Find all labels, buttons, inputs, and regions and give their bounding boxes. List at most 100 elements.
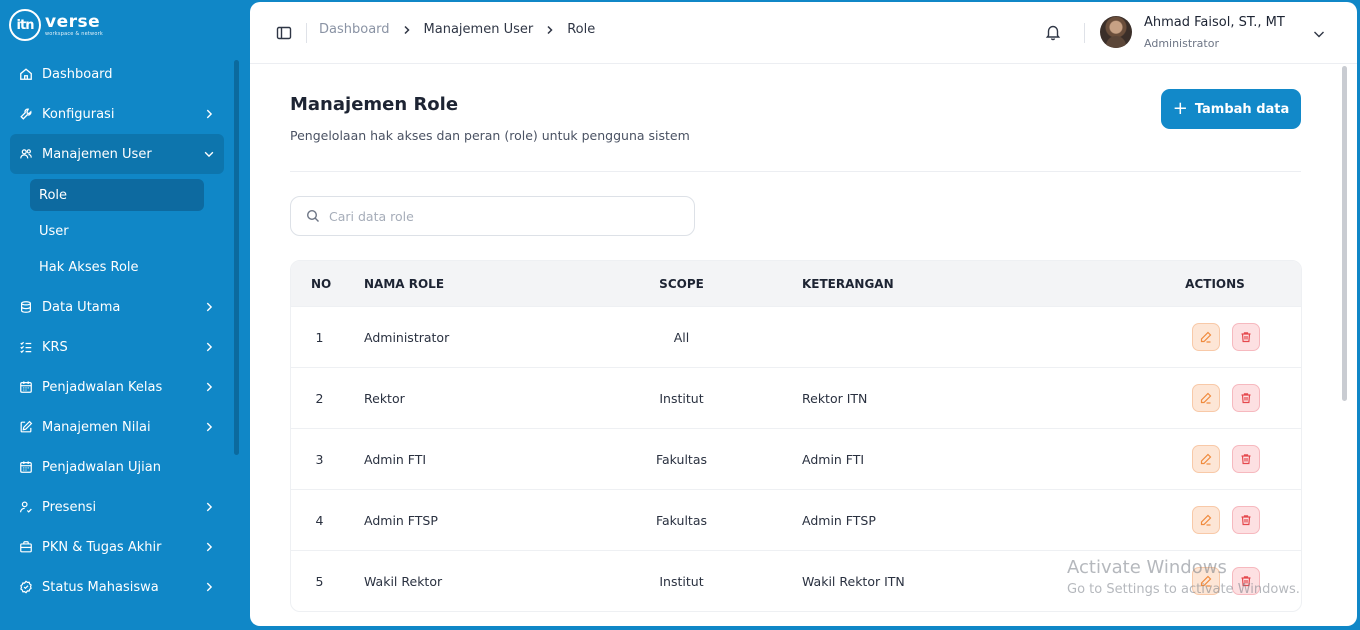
pencil-icon: [1200, 453, 1212, 465]
pencil-icon: [1200, 392, 1212, 404]
logo-tagline: workspace & network: [45, 30, 103, 37]
pencil-icon: [1200, 514, 1212, 526]
chevron-right-icon: [202, 107, 216, 121]
delete-button[interactable]: [1232, 506, 1260, 534]
chevron-down-icon[interactable]: [1312, 26, 1326, 40]
delete-button[interactable]: [1232, 384, 1260, 412]
logo-mark: itn: [9, 9, 41, 41]
trash-icon: [1241, 393, 1251, 404]
sidebar-item-manajemen-nilai[interactable]: Manajemen Nilai: [10, 407, 224, 447]
edit-button[interactable]: [1192, 323, 1220, 351]
sidebar-item-penjadwalan-ujian[interactable]: Penjadwalan Ujian: [10, 447, 224, 487]
column-header-scope: SCOPE: [659, 276, 704, 291]
sidebar-item-pkn-tugas-akhir[interactable]: PKN & Tugas Akhir: [10, 527, 224, 567]
pencil-icon: [1200, 575, 1212, 587]
page-subtitle: Pengelolaan hak akses dan peran (role) u…: [290, 128, 690, 143]
divider: [1084, 23, 1085, 43]
delete-button[interactable]: [1232, 323, 1260, 351]
column-header-actions: ACTIONS: [1185, 276, 1245, 291]
sidebar-item-manajemen-user[interactable]: Manajemen User: [10, 134, 224, 174]
column-header-no: NO: [311, 276, 332, 291]
chevron-down-icon: [202, 147, 216, 161]
add-data-button[interactable]: + Tambah data: [1161, 89, 1301, 129]
sidebar-item-konfigurasi[interactable]: Konfigurasi: [10, 94, 224, 134]
avatar[interactable]: [1100, 16, 1132, 48]
logo-text: verse: [45, 11, 101, 32]
table-row: 2 Rektor Institut Rektor ITN: [291, 367, 1301, 428]
edit-icon: [18, 419, 34, 435]
table-row: 1 Administrator All: [291, 306, 1301, 367]
trash-icon: [1241, 332, 1251, 343]
sidebar-item-penjadwalan-kelas[interactable]: Penjadwalan Kelas: [10, 367, 224, 407]
edit-button[interactable]: [1192, 506, 1220, 534]
topbar: Dashboard Manajemen User Role Ahmad Fais…: [250, 2, 1357, 64]
table-row: 4 Admin FTSP Fakultas Admin FTSP: [291, 489, 1301, 550]
chevron-right-icon: [545, 25, 555, 35]
breadcrumb-item-dashboard[interactable]: Dashboard: [319, 22, 390, 37]
chevron-right-icon: [202, 420, 216, 434]
main-scrollbar[interactable]: [1342, 66, 1347, 401]
sidebar-subitem-hak-akses-role[interactable]: Hak Akses Role: [30, 251, 204, 283]
wrench-icon: [18, 106, 34, 122]
users-icon: [18, 146, 34, 162]
edit-button[interactable]: [1192, 445, 1220, 473]
sidebar-scrollbar[interactable]: [234, 60, 239, 455]
submenu-manajemen-user: Role User Hak Akses Role: [30, 179, 224, 283]
chevron-right-icon: [402, 25, 412, 35]
chevron-right-icon: [202, 380, 216, 394]
divider: [306, 23, 307, 43]
delete-button[interactable]: [1232, 567, 1260, 595]
role-table: NO NAMA ROLE SCOPE KETERANGAN ACTIONS 1 …: [290, 260, 1302, 612]
sidebar-nav: Dashboard Konfigurasi Manajemen User Rol…: [10, 54, 224, 607]
sidebar-subitem-user[interactable]: User: [30, 215, 204, 247]
plus-icon: +: [1172, 98, 1188, 119]
trash-icon: [1241, 515, 1251, 526]
breadcrumb: Dashboard Manajemen User Role: [319, 22, 595, 37]
search-input[interactable]: [329, 208, 669, 224]
sidebar-item-status-mahasiswa[interactable]: Status Mahasiswa: [10, 567, 224, 607]
briefcase-icon: [18, 539, 34, 555]
chevron-right-icon: [202, 500, 216, 514]
sidebar-item-data-utama[interactable]: Data Utama: [10, 287, 224, 327]
user-name[interactable]: Ahmad Faisol, ST., MT: [1144, 15, 1285, 30]
list-check-icon: [18, 339, 34, 355]
notification-bell-icon[interactable]: [1044, 23, 1062, 41]
table-row: 3 Admin FTI Fakultas Admin FTI: [291, 428, 1301, 489]
user-check-icon: [18, 499, 34, 515]
chevron-right-icon: [202, 580, 216, 594]
sidebar-item-krs[interactable]: KRS: [10, 327, 224, 367]
main-content: Dashboard Manajemen User Role Ahmad Fais…: [250, 2, 1357, 626]
sidebar-item-dashboard[interactable]: Dashboard: [10, 54, 224, 94]
breadcrumb-item-role: Role: [567, 22, 596, 37]
column-header-keterangan: KETERANGAN: [802, 276, 894, 291]
sidebar-subitem-role[interactable]: Role: [30, 179, 204, 211]
table-row: 5 Wakil Rektor Institut Wakil Rektor ITN: [291, 550, 1301, 611]
app-logo[interactable]: itn verse workspace & network: [9, 9, 103, 41]
column-header-name: NAMA ROLE: [364, 276, 445, 291]
calendar-icon: [18, 379, 34, 395]
add-data-label: Tambah data: [1194, 101, 1290, 117]
divider: [290, 171, 1301, 172]
user-role: Administrator: [1144, 37, 1219, 50]
delete-button[interactable]: [1232, 445, 1260, 473]
badge-icon: [18, 579, 34, 595]
sidebar-toggle-icon[interactable]: [276, 25, 292, 41]
pencil-icon: [1200, 331, 1212, 343]
edit-button[interactable]: [1192, 567, 1220, 595]
page-title: Manajemen Role: [290, 94, 459, 115]
home-icon: [18, 66, 34, 82]
chevron-right-icon: [202, 540, 216, 554]
breadcrumb-item-manajemen-user[interactable]: Manajemen User: [424, 22, 534, 37]
sidebar-item-presensi[interactable]: Presensi: [10, 487, 224, 527]
sidebar: itn verse workspace & network Dashboard …: [0, 0, 250, 630]
table-header: NO NAMA ROLE SCOPE KETERANGAN ACTIONS: [291, 261, 1301, 306]
chevron-right-icon: [202, 340, 216, 354]
database-icon: [18, 299, 34, 315]
search-box: [290, 196, 695, 236]
edit-button[interactable]: [1192, 384, 1220, 412]
trash-icon: [1241, 454, 1251, 465]
trash-icon: [1241, 576, 1251, 587]
search-icon: [306, 209, 319, 222]
chevron-right-icon: [202, 300, 216, 314]
calendar-icon: [18, 459, 34, 475]
